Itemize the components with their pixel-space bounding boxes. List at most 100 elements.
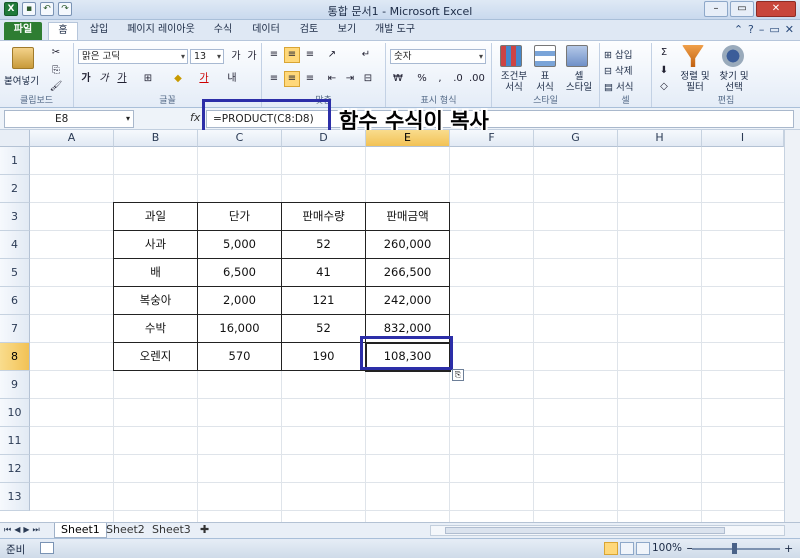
table-cell[interactable]: 사과 (114, 231, 198, 259)
merge-center-icon[interactable]: ⊟ (360, 71, 376, 87)
sort-filter-button[interactable]: 정렬 및 필터 (676, 71, 714, 93)
table-cell[interactable]: 오렌지 (114, 343, 198, 371)
macro-record-icon[interactable] (40, 542, 54, 554)
accounting-icon[interactable]: ₩ (390, 71, 406, 87)
grow-font-icon[interactable]: 가 (228, 49, 244, 65)
table-header-cell[interactable]: 단가 (198, 203, 282, 231)
last-sheet-icon[interactable]: ⏭ (33, 525, 40, 535)
row-header-5[interactable]: 5 (0, 259, 30, 287)
row-header-7[interactable]: 7 (0, 315, 30, 343)
font-color-icon[interactable]: 가 (196, 71, 212, 87)
format-cells-button[interactable]: ▤ 서식 (604, 79, 633, 93)
font-name-select[interactable]: 맑은 고딕 ▾ (78, 49, 188, 64)
find-select-icon[interactable] (722, 45, 744, 67)
zoom-in-icon[interactable]: + (784, 542, 793, 555)
fill-icon[interactable]: ⬇ (656, 63, 672, 79)
column-header-e[interactable]: E (366, 130, 450, 147)
row-header-3[interactable]: 3 (0, 203, 30, 231)
comma-style-icon[interactable]: , (432, 71, 448, 87)
column-header-a[interactable]: A (30, 130, 114, 147)
paste-button[interactable]: 붙여넣기 (4, 73, 39, 87)
zoom-slider[interactable] (692, 543, 780, 554)
table-cell[interactable]: 52 (282, 231, 366, 259)
conditional-format-button[interactable]: 조건부 서식 (496, 71, 532, 93)
tab-review[interactable]: 검토 (292, 22, 326, 40)
column-header-g[interactable]: G (534, 130, 618, 147)
tab-file[interactable]: 파일 (4, 22, 42, 40)
minimize-ribbon-icon[interactable]: ⌃ (734, 23, 743, 36)
percent-button[interactable]: % (414, 71, 430, 87)
autosum-icon[interactable]: Σ (656, 45, 672, 61)
wrap-text-icon[interactable]: ↵ (358, 47, 374, 63)
doc-minimize-icon[interactable]: – (759, 23, 765, 36)
increase-indent-icon[interactable]: ⇥ (342, 71, 358, 87)
tab-data[interactable]: 데이터 (246, 22, 286, 40)
table-header-cell[interactable]: 판매금액 (366, 203, 450, 231)
page-layout-view-icon[interactable] (620, 542, 634, 555)
next-sheet-icon[interactable]: ▶ (23, 525, 29, 535)
horizontal-scroll-thumb[interactable] (445, 527, 725, 534)
fill-color-icon[interactable]: ◆ (170, 71, 186, 87)
tab-insert[interactable]: 삽입 (84, 22, 114, 40)
close-button[interactable]: ✕ (756, 1, 796, 17)
page-break-view-icon[interactable] (636, 542, 650, 555)
cell-styles-button[interactable]: 셀 스타일 (562, 71, 596, 93)
tab-page-layout[interactable]: 페이지 레이아웃 (120, 22, 202, 40)
copy-icon[interactable]: ⎘ (48, 63, 64, 79)
table-cell[interactable]: 16,000 (198, 315, 282, 343)
table-cell[interactable]: 배 (114, 259, 198, 287)
column-header-h[interactable]: H (618, 130, 702, 147)
row-header-2[interactable]: 2 (0, 175, 30, 203)
row-header-11[interactable]: 11 (0, 427, 30, 455)
row-header-13[interactable]: 13 (0, 483, 30, 511)
align-left-icon[interactable]: ≡ (266, 71, 282, 87)
insert-function-icon[interactable]: fx (190, 111, 200, 124)
insert-cells-button[interactable]: ⊞ 삽입 (604, 47, 632, 61)
format-as-table-button[interactable]: 표 서식 (530, 71, 560, 93)
table-header-cell[interactable]: 과일 (114, 203, 198, 231)
tab-formulas[interactable]: 수식 (206, 22, 240, 40)
underline-button[interactable]: 가 (114, 71, 130, 87)
row-header-10[interactable]: 10 (0, 399, 30, 427)
table-cell[interactable]: 5,000 (198, 231, 282, 259)
table-cell[interactable]: 260,000 (366, 231, 450, 259)
cell-styles-icon[interactable] (566, 45, 588, 67)
column-header-d[interactable]: D (282, 130, 366, 147)
prev-sheet-icon[interactable]: ◀ (14, 525, 20, 535)
paste-icon[interactable] (12, 47, 34, 69)
find-select-button[interactable]: 찾기 및 선택 (714, 71, 754, 93)
font-size-select[interactable]: 13 ▾ (190, 49, 224, 64)
increase-decimal-icon[interactable]: .0 (450, 71, 466, 87)
new-sheet-icon[interactable]: ✚ (194, 523, 215, 538)
number-format-select[interactable]: 숫자 ▾ (390, 49, 486, 64)
table-cell[interactable]: 242,000 (366, 287, 450, 315)
row-header-1[interactable]: 1 (0, 147, 30, 175)
help-icon[interactable]: ? (748, 23, 754, 36)
row-header-9[interactable]: 9 (0, 371, 30, 399)
phonetic-icon[interactable]: 내 (224, 71, 240, 87)
sheet-tab-sheet3[interactable]: Sheet3 (146, 523, 197, 538)
minimize-button[interactable]: – (704, 1, 728, 17)
table-cell[interactable]: 수박 (114, 315, 198, 343)
first-sheet-icon[interactable]: ⏮ (4, 525, 11, 535)
borders-icon[interactable]: ⊞ (140, 71, 156, 87)
zoom-level[interactable]: 100% (652, 542, 682, 554)
table-cell[interactable]: 2,000 (198, 287, 282, 315)
sort-filter-icon[interactable] (682, 45, 704, 67)
table-cell[interactable]: 190 (282, 343, 366, 371)
conditional-format-icon[interactable] (500, 45, 522, 67)
orientation-icon[interactable]: ↗ (324, 47, 340, 63)
row-header-6[interactable]: 6 (0, 287, 30, 315)
horizontal-scrollbar[interactable] (430, 525, 785, 536)
row-header-4[interactable]: 4 (0, 231, 30, 259)
table-cell[interactable]: 6,500 (198, 259, 282, 287)
table-cell[interactable]: 52 (282, 315, 366, 343)
tab-home[interactable]: 홈 (48, 22, 78, 40)
italic-button[interactable]: 가 (96, 71, 112, 87)
row-header-12[interactable]: 12 (0, 455, 30, 483)
shrink-font-icon[interactable]: 가 (244, 49, 260, 65)
format-as-table-icon[interactable] (534, 45, 556, 67)
decrease-decimal-icon[interactable]: .00 (468, 71, 485, 87)
restore-button[interactable]: ▭ (730, 1, 754, 17)
decrease-indent-icon[interactable]: ⇤ (324, 71, 340, 87)
